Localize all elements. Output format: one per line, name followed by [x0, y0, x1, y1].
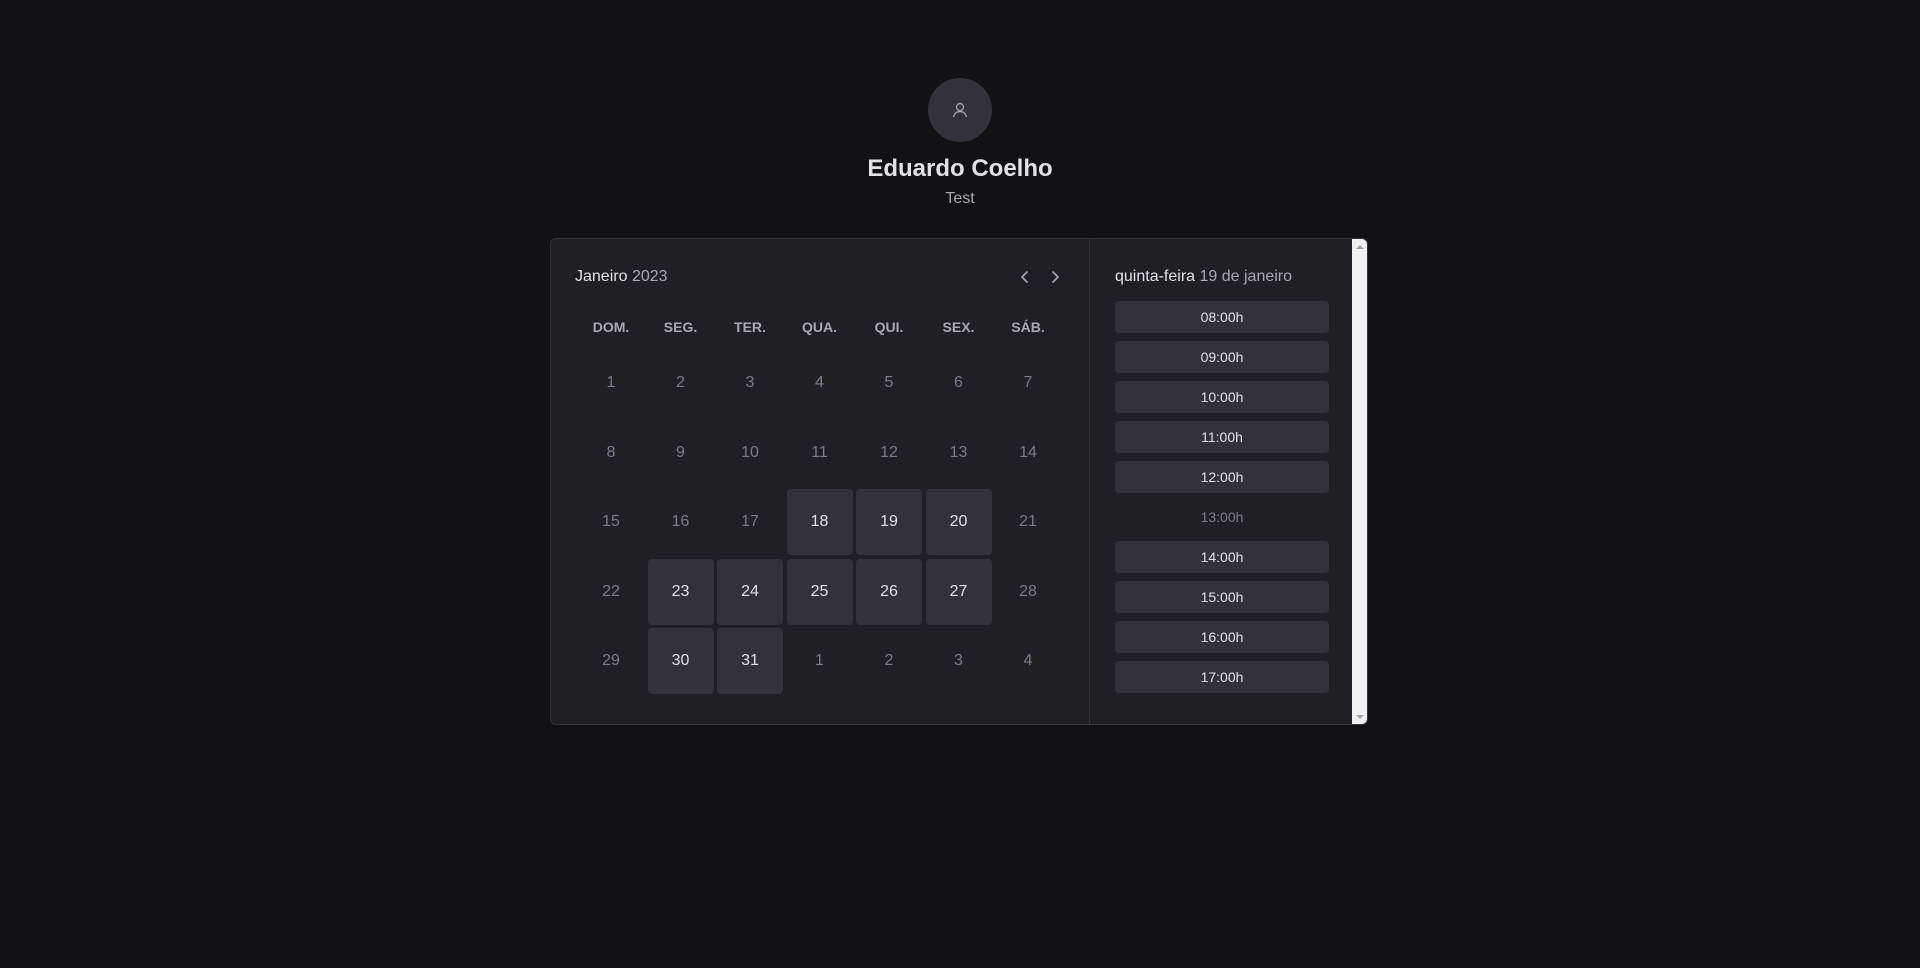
- chevron-left-icon: [1021, 271, 1028, 283]
- avatar: [928, 78, 992, 142]
- calendar-day-disabled: 12: [880, 443, 898, 461]
- calendar-day-available[interactable]: 20: [925, 489, 992, 555]
- profile-header: Eduardo Coelho Test: [0, 78, 1920, 209]
- time-slot-button[interactable]: 17:00h: [1115, 661, 1329, 693]
- calendar-day-available[interactable]: 24: [717, 558, 783, 625]
- calendar-year: 2023: [631, 268, 668, 285]
- calendar-day-disabled: 3: [745, 374, 755, 391]
- calendar-day-disabled: 14: [1019, 443, 1037, 461]
- time-slot-button[interactable]: 09:00h: [1115, 341, 1329, 373]
- weekday-label: SEX.: [942, 319, 975, 335]
- calendar-day-available[interactable]: 30: [647, 628, 714, 694]
- calendar-day-disabled: 13: [949, 443, 968, 461]
- weekday-label: TER.: [734, 319, 766, 335]
- calendar-day-disabled: 3: [954, 652, 963, 669]
- weekday-label: QUI.: [874, 319, 904, 335]
- time-slot-button[interactable]: 08:00h: [1115, 301, 1329, 333]
- calendar-day-disabled: 29: [602, 652, 620, 669]
- time-slot-disabled: 13:00h: [1200, 509, 1244, 525]
- calendar-day-available[interactable]: 23: [647, 558, 714, 625]
- weekday-label: SÁB.: [1011, 319, 1045, 335]
- calendar-title: Janeiro 2023: [575, 268, 668, 286]
- calendar-day-disabled: 11: [811, 443, 828, 461]
- time-picker-header: quinta-feira 19 de janeiro: [1115, 265, 1292, 289]
- calendar-day-available[interactable]: 19: [856, 489, 922, 555]
- calendar-day-available[interactable]: 27: [925, 558, 992, 625]
- calendar-nav: [1015, 267, 1065, 287]
- calendar-header: Janeiro 2023: [575, 265, 1065, 289]
- calendar-day-disabled: 1: [815, 652, 824, 669]
- calendar-day-disabled: 1: [606, 374, 616, 391]
- time-slot-button[interactable]: 15:00h: [1115, 581, 1329, 613]
- calendar-day-available[interactable]: 26: [856, 558, 922, 625]
- time-picker-weekday: quinta-feira: [1115, 268, 1196, 285]
- time-picker-date: 19 de janeiro: [1199, 268, 1293, 285]
- time-slot-button[interactable]: 14:00h: [1115, 541, 1329, 573]
- calendar-day-available[interactable]: 31: [717, 628, 783, 694]
- scroll-up-icon[interactable]: [1352, 239, 1367, 254]
- calendar-day-disabled: 4: [1023, 652, 1033, 669]
- user-icon: [952, 102, 968, 118]
- scroll-down-icon[interactable]: [1352, 709, 1367, 724]
- calendar-day-disabled: 9: [676, 443, 685, 461]
- calendar-day-disabled: 28: [1019, 582, 1037, 600]
- calendar-day-disabled: 2: [676, 374, 685, 391]
- calendar-day-available[interactable]: 18: [786, 489, 853, 555]
- calendar-day-disabled: 4: [815, 374, 824, 391]
- calendar-day-disabled: 10: [741, 443, 759, 461]
- calendar-month: Janeiro: [575, 268, 628, 285]
- time-slot-button[interactable]: 11:00h: [1115, 421, 1329, 453]
- time-slot-button[interactable]: 10:00h: [1115, 381, 1329, 413]
- chevron-right-icon: [1052, 271, 1059, 283]
- profile-name: Eduardo Coelho: [867, 155, 1053, 182]
- calendar-day-disabled: 8: [606, 443, 616, 461]
- next-month-button[interactable]: [1045, 267, 1065, 287]
- previous-month-button[interactable]: [1015, 267, 1035, 287]
- scheduler-box: Janeiro 2023 DOM. SEG. TER. QUA. QUI. SEX. SÁB…: [550, 238, 1368, 725]
- calendar-day-disabled: 21: [1019, 513, 1037, 530]
- calendar-day-disabled: 6: [954, 374, 963, 391]
- time-picker: quinta-feira 19 de janeiro 08:00h 09:00h 1…: [1090, 239, 1354, 724]
- profile-bio: Test: [945, 190, 975, 207]
- calendar-day-disabled: 2: [884, 652, 894, 669]
- time-slot-list: 08:00h 09:00h 10:00h 11:00h 12:00h 13:00h 14:0…: [1115, 301, 1329, 701]
- weekday-label: QUA.: [802, 319, 837, 335]
- calendar-day-disabled: 7: [1023, 374, 1033, 391]
- calendar-day-disabled: 17: [741, 513, 759, 530]
- calendar-day-available[interactable]: 25: [786, 558, 853, 625]
- weekday-header-row: DOM. SEG. TER. QUA. QUI. SEX. SÁB.: [578, 314, 1062, 340]
- scrollbar[interactable]: [1352, 239, 1367, 724]
- weekday-label: SEG.: [663, 319, 698, 335]
- time-slot-button[interactable]: 12:00h: [1115, 461, 1329, 493]
- calendar-day-disabled: 16: [671, 513, 690, 530]
- weekday-label: DOM.: [592, 319, 630, 335]
- calendar: Janeiro 2023 DOM. SEG. TER. QUA. QUI. SEX. SÁB…: [551, 239, 1090, 724]
- calendar-days: 1 2 3 4 5 6 7 8 9 10 11 12 13 14 15 16 17 18 19 20 21 22 23 24 2…: [578, 350, 1062, 694]
- calendar-day-disabled: 22: [602, 582, 620, 600]
- calendar-day-disabled: 5: [884, 374, 894, 391]
- calendar-day-disabled: 15: [602, 513, 620, 530]
- time-slot-button[interactable]: 16:00h: [1115, 621, 1329, 653]
